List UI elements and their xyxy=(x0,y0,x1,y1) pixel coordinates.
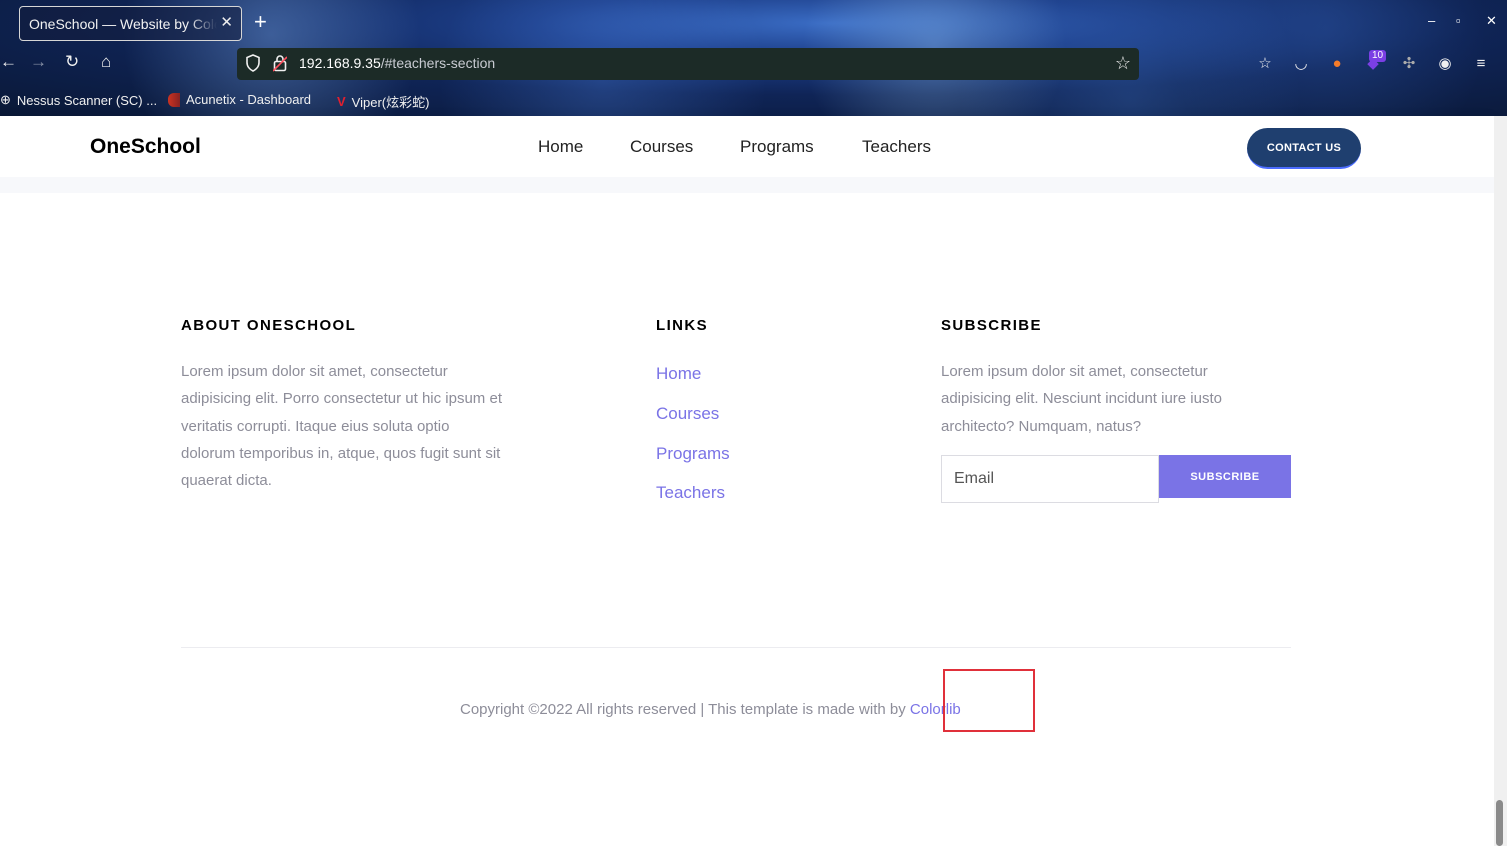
lock-insecure-icon[interactable] xyxy=(273,54,287,72)
browser-chrome: OneSchool — Website by Colorlib ✕ + – ▫ … xyxy=(0,0,1507,116)
footer-link-home[interactable]: Home xyxy=(656,364,701,384)
about-line: adipisicing elit. Porro consectetur ut h… xyxy=(181,390,502,408)
bookmark-nessus[interactable]: ⊕ Nessus Scanner (SC) ... xyxy=(0,92,157,108)
tab-title: OneSchool — Website by Colorlib xyxy=(29,15,217,32)
globe-icon: ⊕ xyxy=(0,92,11,107)
links-heading: LINKS xyxy=(656,317,708,334)
nav-link-programs[interactable]: Programs xyxy=(740,137,814,157)
site-logo[interactable]: OneSchool xyxy=(90,135,201,159)
navigation-toolbar: ← → ↻ ⌂ 192.168.9.35/#teachers-section ☆ xyxy=(0,48,1507,80)
footer-divider xyxy=(181,647,1291,648)
scrollbar-thumb[interactable] xyxy=(1496,800,1503,846)
footer-link-teachers[interactable]: Teachers xyxy=(656,483,725,503)
address-bar[interactable]: 192.168.9.35/#teachers-section ☆ xyxy=(237,48,1139,80)
extension-badge: 10 xyxy=(1369,50,1387,62)
bookmark-label: Acunetix - Dashboard xyxy=(186,92,312,107)
subscribe-line: architecto? Numquam, natus? xyxy=(941,417,1142,435)
back-icon[interactable]: ← xyxy=(0,52,17,72)
bookmark-acunetix[interactable]: Acunetix - Dashboard xyxy=(168,92,311,107)
email-field[interactable] xyxy=(941,455,1159,503)
footer-link-programs[interactable]: Programs xyxy=(656,444,730,464)
nav-link-courses[interactable]: Courses xyxy=(630,137,693,157)
acunetix-icon xyxy=(168,92,180,107)
home-icon[interactable]: ⌂ xyxy=(101,52,111,72)
pocket-icon[interactable]: ◡ xyxy=(1291,54,1311,74)
new-tab-button[interactable]: + xyxy=(254,9,267,35)
subscribe-heading: SUBSCRIBE xyxy=(941,317,1042,334)
about-text: Lorem ipsum dolor sit amet, consectetur … xyxy=(181,358,502,494)
annotation-highlight-box xyxy=(943,669,1035,732)
viper-icon: V xyxy=(337,94,346,109)
about-heading: ABOUT ONESCHOOL xyxy=(181,317,357,334)
about-line: dolorum temporibus in, atque, quos fugit… xyxy=(181,444,501,462)
subscribe-line: adipisicing elit. Nesciunt incidunt iure… xyxy=(941,390,1222,408)
shield-icon[interactable] xyxy=(245,54,261,72)
copyright: Copyright ©2022 All rights reserved | Th… xyxy=(460,701,961,718)
site-header: OneSchool Home Courses Programs Teachers… xyxy=(0,116,1494,177)
footer-link-courses[interactable]: Courses xyxy=(656,404,719,424)
tab-close-icon[interactable]: ✕ xyxy=(220,13,233,31)
header-shadow-band xyxy=(0,177,1494,193)
about-line: Lorem ipsum dolor sit amet, consectetur xyxy=(181,363,448,380)
hamburger-menu-icon[interactable]: ≡ xyxy=(1471,54,1491,74)
url-text: 192.168.9.35/#teachers-section xyxy=(299,55,495,71)
bookmarks-toolbar: ⊕ Nessus Scanner (SC) ... Acunetix - Das… xyxy=(0,88,1507,112)
minimize-icon[interactable]: – xyxy=(1428,13,1435,28)
bookmark-label: Nessus Scanner (SC) ... xyxy=(16,92,158,108)
account-circle-icon[interactable]: ◉ xyxy=(1435,54,1455,74)
window-close-icon[interactable]: ✕ xyxy=(1486,13,1497,29)
extensions-puzzle-icon[interactable]: ✣ xyxy=(1399,54,1419,74)
contact-us-button[interactable]: CONTACT US xyxy=(1247,128,1361,169)
maximize-icon[interactable]: ▫ xyxy=(1456,13,1461,28)
extension-fox-icon[interactable]: ● xyxy=(1327,54,1347,74)
url-path: /#teachers-section xyxy=(380,55,496,71)
bookmark-viper[interactable]: V Viper(炫彩蛇) xyxy=(337,92,429,111)
browser-tab[interactable]: OneSchool — Website by Colorlib ✕ xyxy=(19,6,242,41)
about-line: quaerat dicta. xyxy=(181,472,272,490)
bookmark-label: Viper(炫彩蛇) xyxy=(351,95,430,110)
nav-link-teachers[interactable]: Teachers xyxy=(862,137,931,157)
bookmark-star-icon[interactable]: ☆ xyxy=(1115,53,1131,74)
url-host: 192.168.9.35 xyxy=(299,55,381,71)
forward-icon[interactable]: → xyxy=(30,52,47,72)
subscribe-line: Lorem ipsum dolor sit amet, consectetur xyxy=(941,363,1208,380)
about-line: veritatis corrupti. Itaque eius soluta o… xyxy=(181,417,450,435)
copyright-text: Copyright ©2022 All rights reserved | Th… xyxy=(460,701,910,718)
subscribe-button[interactable]: SUBSCRIBE xyxy=(1159,455,1291,498)
reload-icon[interactable]: ↻ xyxy=(65,52,79,72)
subscribe-text: Lorem ipsum dolor sit amet, consectetur … xyxy=(941,358,1222,440)
nav-link-home[interactable]: Home xyxy=(538,137,583,157)
bookmarks-menu-icon[interactable]: ☆ xyxy=(1255,54,1275,74)
scrollbar-track[interactable] xyxy=(1494,116,1507,846)
